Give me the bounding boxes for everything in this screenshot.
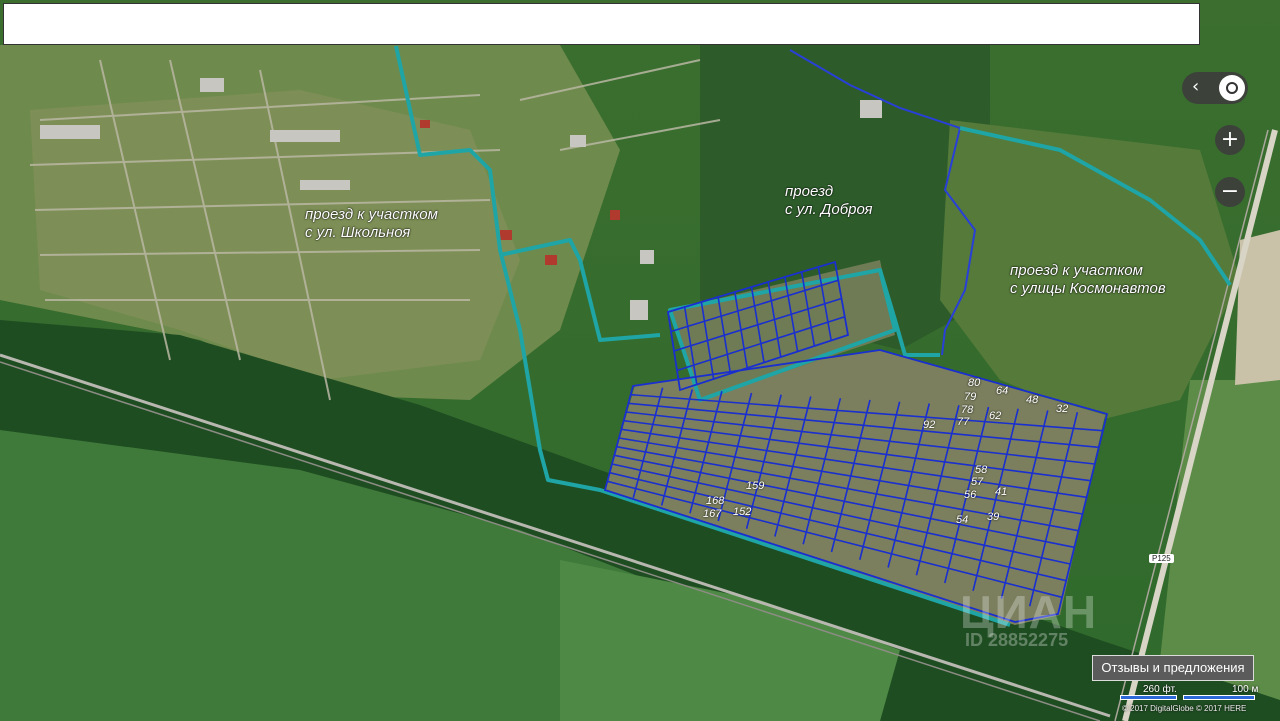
chevron-left-icon[interactable]: ‹ — [1192, 76, 1199, 97]
minus-icon: − — [1220, 179, 1240, 204]
label-road-school: проезд к участком с ул. Школьноя — [305, 206, 438, 242]
scale-bar-meters — [1183, 695, 1255, 700]
map-control-group[interactable]: ‹ — [1182, 72, 1248, 104]
label-line: проезд к участком — [1010, 262, 1143, 279]
plot-number: 54 — [956, 514, 969, 526]
plot-number: 77 — [957, 416, 970, 428]
geolocation-icon[interactable] — [1219, 75, 1245, 101]
feedback-button[interactable]: Отзывы и предложения — [1092, 655, 1254, 681]
label-road-kosmonavtov: проезд к участком с улицы Космонавтов — [1010, 262, 1166, 298]
plot-number: 168 — [706, 495, 725, 507]
label-line: с улицы Космонавтов — [1010, 280, 1166, 297]
watermark-id: ID 28852275 — [965, 630, 1069, 650]
scale-meters-label: 100 м — [1232, 684, 1259, 695]
plot-number: 32 — [1056, 403, 1069, 415]
copyright: © 2017 DigitalGlobe © 2017 HERE — [1122, 704, 1247, 713]
plot-number: 80 — [968, 377, 981, 389]
zoom-in-button[interactable]: + — [1215, 125, 1245, 155]
zoom-out-button[interactable]: − — [1215, 177, 1245, 207]
scale-bar-feet — [1120, 695, 1177, 700]
scale-feet-label: 260 фт. — [1143, 684, 1177, 695]
label-line: проезд — [785, 183, 834, 200]
plot-number: 56 — [964, 489, 977, 501]
label-road-dobraya: проезд с ул. Доброя — [785, 183, 873, 219]
plot-number: 62 — [989, 410, 1002, 422]
plot-number: 41 — [995, 486, 1008, 498]
plot-number: 58 — [975, 464, 988, 476]
plot-number: 48 — [1026, 394, 1039, 406]
plot-number: 39 — [987, 511, 1000, 523]
road-sign: Р125 — [1149, 554, 1174, 563]
plot-number: 92 — [923, 419, 936, 431]
plot-number: 79 — [964, 391, 977, 403]
plot-number: 64 — [996, 385, 1009, 397]
plot-number: 152 — [733, 506, 752, 518]
label-line: с ул. Школьноя — [305, 224, 411, 241]
plot-number: 57 — [971, 476, 984, 488]
header-bar — [3, 3, 1200, 45]
label-line: проезд к участком — [305, 206, 438, 223]
plus-icon: + — [1220, 127, 1240, 152]
label-line: с ул. Доброя — [785, 201, 873, 218]
plot-number: 167 — [703, 508, 722, 520]
plot-number: 159 — [746, 480, 765, 492]
plot-number: 78 — [961, 404, 974, 416]
